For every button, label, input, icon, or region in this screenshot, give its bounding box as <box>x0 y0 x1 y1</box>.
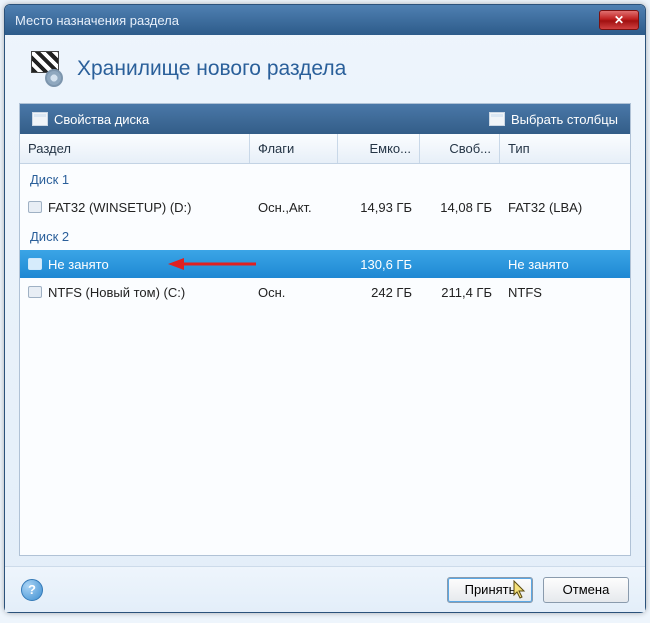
partition-type: NTFS <box>500 285 630 300</box>
column-headers: Раздел Флаги Емко... Своб... Тип <box>20 134 630 164</box>
partition-capacity: 242 ГБ <box>338 285 420 300</box>
wizard-icon <box>27 51 63 87</box>
partition-icon <box>28 201 42 213</box>
partition-name: NTFS (Новый том) (C:) <box>48 285 185 300</box>
window-title: Место назначения раздела <box>15 13 599 28</box>
disk-label: Диск 1 <box>20 164 630 193</box>
col-free[interactable]: Своб... <box>420 134 500 163</box>
close-button[interactable]: ✕ <box>599 10 639 30</box>
col-partition[interactable]: Раздел <box>20 134 250 163</box>
partition-icon <box>28 286 42 298</box>
choose-columns-label: Выбрать столбцы <box>511 112 618 127</box>
partition-free: 211,4 ГБ <box>420 285 500 300</box>
col-type[interactable]: Тип <box>500 134 630 163</box>
help-icon[interactable]: ? <box>21 579 43 601</box>
partition-capacity: 14,93 ГБ <box>338 200 420 215</box>
col-flags[interactable]: Флаги <box>250 134 338 163</box>
partition-row[interactable]: NTFS (Новый том) (C:) Осн.242 ГБ211,4 ГБN… <box>20 278 630 306</box>
partition-type: Не занято <box>500 257 630 272</box>
content-panel: Свойства диска Выбрать столбцы Раздел Фл… <box>19 103 631 556</box>
page-icon <box>489 112 505 126</box>
partition-name: FAT32 (WINSETUP) (D:) <box>48 200 191 215</box>
panel-toolbar: Свойства диска Выбрать столбцы <box>20 104 630 134</box>
partition-row[interactable]: Не занято 130,6 ГБ Не занято <box>20 250 630 278</box>
titlebar[interactable]: Место назначения раздела ✕ <box>5 5 645 35</box>
partition-capacity: 130,6 ГБ <box>338 257 420 272</box>
col-capacity[interactable]: Емко... <box>338 134 420 163</box>
wizard-title: Хранилище нового раздела <box>77 57 346 81</box>
disk-properties-button[interactable]: Свойства диска <box>20 104 161 134</box>
partition-type: FAT32 (LBA) <box>500 200 630 215</box>
partition-name: Не занято <box>48 257 109 272</box>
partition-flags: Осн. <box>250 285 338 300</box>
cancel-button[interactable]: Отмена <box>543 577 629 603</box>
partition-icon <box>28 258 42 270</box>
dialog-window: Место назначения раздела ✕ Хранилище нов… <box>4 4 646 613</box>
partition-list[interactable]: Диск 1 FAT32 (WINSETUP) (D:) Осн.,Акт.14,9… <box>20 164 630 555</box>
partition-flags: Осн.,Акт. <box>250 200 338 215</box>
accept-label: Принять <box>465 582 516 597</box>
partition-free: 14,08 ГБ <box>420 200 500 215</box>
partition-row[interactable]: FAT32 (WINSETUP) (D:) Осн.,Акт.14,93 ГБ14… <box>20 193 630 221</box>
dialog-footer: ? Принять Отмена <box>5 566 645 612</box>
accept-button[interactable]: Принять <box>447 577 533 603</box>
choose-columns-button[interactable]: Выбрать столбцы <box>477 104 630 134</box>
gear-icon <box>45 69 63 87</box>
disk-properties-label: Свойства диска <box>54 112 149 127</box>
page-icon <box>32 112 48 126</box>
disk-label: Диск 2 <box>20 221 630 250</box>
wizard-header: Хранилище нового раздела <box>5 35 645 99</box>
